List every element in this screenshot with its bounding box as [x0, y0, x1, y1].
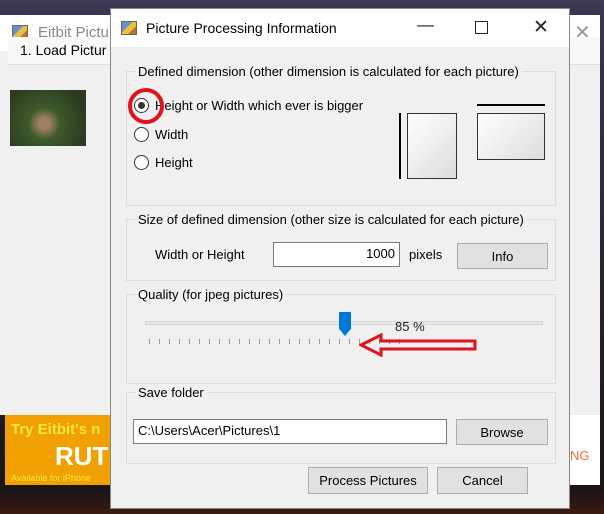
quality-group: Quality (for jpeg pictures) 85 % — [126, 287, 556, 384]
load-pictures-button[interactable]: 1. Load Pictur — [20, 42, 106, 58]
slider-tick — [179, 339, 180, 344]
radio-bigger[interactable]: Height or Width which ever is bigger — [134, 98, 363, 113]
slider-tick — [349, 339, 350, 344]
slider-tick — [249, 339, 250, 344]
radio-circle[interactable] — [134, 127, 149, 142]
radio-width[interactable]: Width — [134, 127, 188, 142]
radio-label: Height — [155, 155, 193, 170]
save-folder-legend: Save folder — [135, 385, 207, 400]
slider-tick — [219, 339, 220, 344]
slider-tick — [229, 339, 230, 344]
dimension-group: Defined dimension (other dimension is ca… — [126, 64, 556, 206]
slider-tick — [269, 339, 270, 344]
quality-value: 85 % — [395, 319, 425, 334]
slider-tick — [319, 339, 320, 344]
slider-tick — [149, 339, 150, 344]
right-ad: NG — [570, 415, 600, 485]
save-folder-group: Save folder C:\Users\Acer\Pictures\1 Bro… — [126, 385, 556, 464]
ad-line3: Available for iPhone — [11, 473, 91, 483]
info-button[interactable]: Info — [457, 243, 548, 269]
quality-legend: Quality (for jpeg pictures) — [135, 287, 287, 302]
slider-tick — [259, 339, 260, 344]
slider-tick — [299, 339, 300, 344]
slider-tick — [279, 339, 280, 344]
slider-tick — [239, 339, 240, 344]
save-folder-input[interactable]: C:\Users\Acer\Pictures\1 — [133, 419, 447, 444]
width-arrow-icon — [477, 104, 545, 106]
width-or-height-label: Width or Height — [155, 247, 245, 262]
slider-tick — [209, 339, 210, 344]
pixels-label: pixels — [409, 247, 443, 262]
portrait-picture-icon — [407, 113, 457, 179]
slider-tick — [159, 339, 160, 344]
browse-button[interactable]: Browse — [456, 419, 548, 445]
slider-tick — [329, 339, 330, 344]
picture-thumbnail[interactable] — [10, 90, 86, 146]
landscape-picture-icon — [477, 113, 545, 160]
close-icon[interactable]: ✕ — [533, 16, 549, 39]
height-arrow-icon — [399, 113, 401, 179]
radio-height[interactable]: Height — [134, 155, 193, 170]
radio-label: Width — [155, 127, 189, 142]
ad-banner[interactable]: Try Eitbit's n RUT Available for iPhone — [5, 415, 110, 485]
picture-processing-dialog: Picture Processing Information — ✕ Defin… — [110, 8, 570, 509]
maximize-icon[interactable] — [475, 21, 488, 34]
cancel-button[interactable]: Cancel — [437, 467, 528, 494]
quality-slider-thumb[interactable] — [339, 312, 351, 336]
app-icon — [121, 21, 137, 35]
slider-tick — [169, 339, 170, 344]
slider-tick — [189, 339, 190, 344]
ad-line1: Try Eitbit's n — [11, 421, 101, 438]
dialog-title-bar: Picture Processing Information — ✕ — [111, 9, 569, 47]
dimension-legend: Defined dimension (other dimension is ca… — [135, 64, 522, 79]
process-pictures-button[interactable]: Process Pictures — [308, 467, 428, 494]
size-legend: Size of defined dimension (other size is… — [135, 212, 527, 227]
radio-circle[interactable] — [134, 155, 149, 170]
radio-label: Height or Width which ever is bigger — [155, 98, 364, 113]
slider-tick — [309, 339, 310, 344]
ad-line2: RUT — [55, 441, 109, 471]
slider-ticks — [149, 339, 539, 345]
dialog-title: Picture Processing Information — [146, 20, 337, 36]
slider-tick — [289, 339, 290, 344]
slider-tick — [339, 339, 340, 344]
size-group: Size of defined dimension (other size is… — [126, 212, 556, 281]
minimize-icon[interactable]: — — [417, 15, 434, 35]
slider-tick — [199, 339, 200, 344]
annotation-arrow-icon — [359, 333, 477, 357]
right-ad-text: NG — [570, 448, 590, 463]
size-input[interactable]: 1000 — [273, 242, 400, 267]
annotation-circle — [128, 88, 164, 124]
